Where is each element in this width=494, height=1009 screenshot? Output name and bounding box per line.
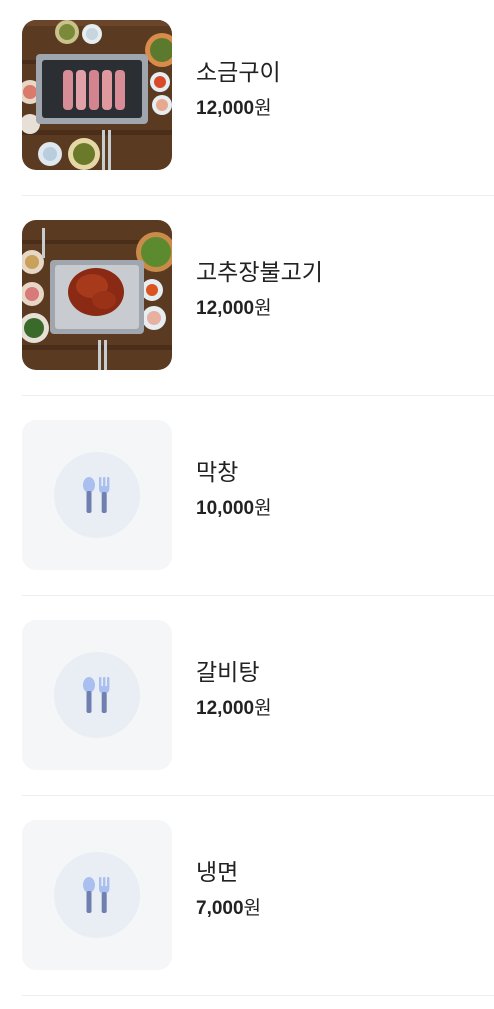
grilled-pork-photo [22,20,172,170]
menu-item-price-amount: 12,000 [196,698,255,719]
menu-item[interactable]: 고추장불고기 12,000원 [0,200,494,400]
menu-item-price: 12,000원 [196,695,272,722]
menu-item-price-unit: 원 [254,497,272,519]
placeholder-circle [54,852,140,938]
spicy-bulgogi-photo [22,220,172,370]
divider [22,995,494,996]
menu-item-photo [22,20,172,170]
spoon-fork-icon [83,677,110,713]
menu-item-name: 냉면 [196,860,239,886]
menu-item-price-unit: 원 [243,897,262,919]
menu-item-photo [22,220,172,370]
menu-item[interactable]: 갈비탕 12,000원 [0,600,494,800]
menu-item-price-unit: 원 [254,97,272,119]
menu-item[interactable]: 냉면 7,000원 [0,800,494,1000]
menu-item-info: 소금구이 12,000원 [196,58,281,122]
menu-item-photo-placeholder [22,820,172,970]
menu-item-name: 소금구이 [196,60,281,86]
menu-item-price-amount: 12,000 [196,298,255,319]
menu-item-price: 10,000원 [196,495,272,522]
menu-item-name: 막창 [196,460,239,486]
divider [22,195,494,196]
menu-item-info: 고추장불고기 12,000원 [196,258,323,322]
divider [22,795,494,796]
menu-item-price: 7,000원 [196,895,261,922]
menu-item-info: 갈비탕 12,000원 [196,658,272,722]
menu-item[interactable]: 소금구이 12,000원 [0,0,494,200]
spoon-fork-icon [83,877,110,913]
menu-item[interactable]: 막창 10,000원 [0,400,494,600]
placeholder-circle [54,652,140,738]
menu-item-name: 고추장불고기 [196,260,323,286]
menu-item-name: 갈비탕 [196,660,260,686]
menu-item-info: 막창 10,000원 [196,458,272,522]
menu-item-info: 냉면 7,000원 [196,858,261,922]
divider [22,595,494,596]
menu-item-price-amount: 7,000 [196,898,244,919]
divider [22,395,494,396]
menu-item-photo-placeholder [22,420,172,570]
menu-item-price-amount: 10,000 [196,498,255,519]
menu-item-photo-placeholder [22,620,172,770]
menu-item-price-amount: 12,000 [196,98,255,119]
menu-item-price-unit: 원 [254,697,272,719]
menu-item-price: 12,000원 [196,95,281,122]
menu-list: 소금구이 12,000원 고추장불고기 12,000원 막창 10,000원 갈… [0,0,494,1000]
menu-item-price-unit: 원 [254,297,272,319]
placeholder-circle [54,452,140,538]
spoon-fork-icon [83,477,110,513]
menu-item-price: 12,000원 [196,295,323,322]
